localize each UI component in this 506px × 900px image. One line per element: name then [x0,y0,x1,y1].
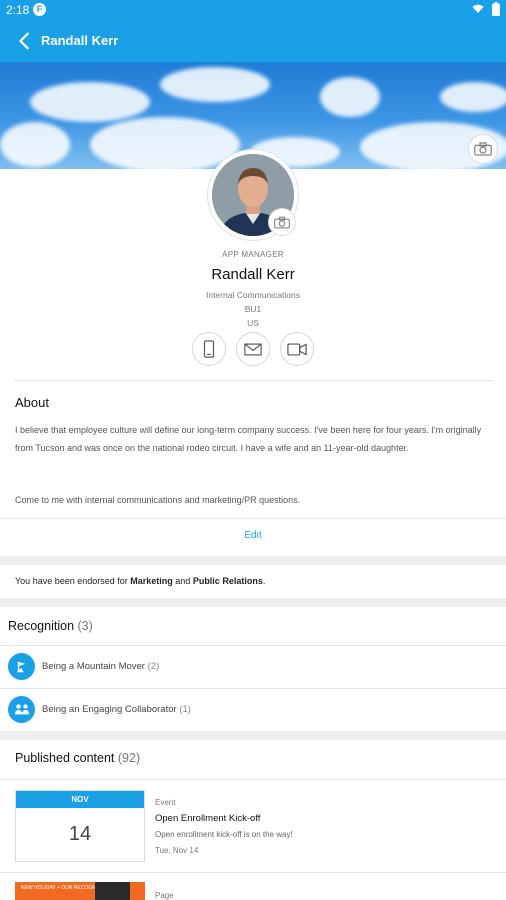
content-title[interactable]: Open Enrollment Kick-off [155,813,260,824]
cover-camera-icon[interactable] [468,134,498,164]
back-arrow-icon[interactable] [14,30,36,52]
recognition-title: Recognition [8,619,75,633]
recognition-item-engaging-collaborator[interactable]: Being an Engaging Collaborator (1) [42,704,191,715]
mail-icon [244,343,262,355]
phone-button[interactable] [192,332,226,366]
app-bar: Randall Kerr [0,20,506,62]
about-heading: About [15,395,49,410]
system-icons [472,2,500,16]
recognition-item-count: (1) [179,704,191,715]
divider [0,518,506,519]
status-bar: 2:18 F [0,0,506,20]
divider [0,872,506,873]
divider [0,645,506,646]
recognition-item-count: (2) [147,661,160,672]
video-camera-icon [287,342,307,356]
recognition-count: (3) [77,619,93,633]
mountain-flag-icon [8,653,35,680]
notification-badge-icon: F [33,3,46,16]
about-paragraph-2: Come to me with internal communications … [15,495,301,505]
event-calendar-thumbnail[interactable]: NOV 14 [15,790,145,862]
endorsement-skill-marketing[interactable]: Marketing [130,576,173,586]
profile-name: Randall Kerr [211,266,295,283]
profile-role: APP MANAGER [222,250,284,259]
recognition-heading: Recognition (3) [8,619,93,633]
avatar-camera-icon[interactable] [268,208,296,236]
page-thumbnail[interactable]: NEW HOLIDAY + OUR RECOGNITION [15,882,145,900]
endorsement-suffix: . [262,576,266,586]
section-gap [0,598,506,607]
endorsement-skill-public-relations[interactable]: Public Relations [193,576,263,586]
published-count: (92) [117,751,141,765]
status-time: 2:18 [6,3,30,17]
endorsement-joiner: and [172,576,193,586]
about-paragraph-1: I believe that employee culture will def… [15,425,482,453]
content-date: Tue, Nov 14 [155,846,199,855]
section-gap [0,731,506,740]
recognition-item-mountain-mover[interactable]: Being a Mountain Mover (2) [42,661,159,672]
calendar-month: NOV [16,791,144,808]
content-type-label: Page [155,891,174,900]
divider [14,380,492,381]
published-title: Published content [15,751,115,765]
page-thumbnail-photo [95,882,130,900]
recognition-item-label: Being an Engaging Collaborator [42,704,177,715]
battery-icon [492,2,500,16]
handshake-icon [8,696,35,723]
content-description: Open enrollment kick-off is on the way! [155,830,293,839]
endorsement-prefix: You have been endorsed for [15,576,131,586]
section-gap [0,556,506,565]
content-type-label: Event [155,798,176,807]
edit-about-button[interactable]: Edit [0,530,506,541]
profile-country: US [247,318,259,328]
published-heading: Published content (92) [15,751,140,765]
endorsement-text: You have been endorsed for Marketing and… [15,576,265,586]
divider [0,779,506,780]
profile-department: Internal Communications [205,290,300,300]
phone-icon [203,340,215,358]
profile-location-code: BU1 [244,304,262,314]
wifi-icon [472,4,484,13]
divider [0,688,506,689]
email-button[interactable] [236,332,270,366]
page-title: Randall Kerr [41,33,119,48]
calendar-day: 14 [68,823,92,845]
recognition-item-label: Being a Mountain Mover [42,661,145,672]
video-call-button[interactable] [280,332,314,366]
